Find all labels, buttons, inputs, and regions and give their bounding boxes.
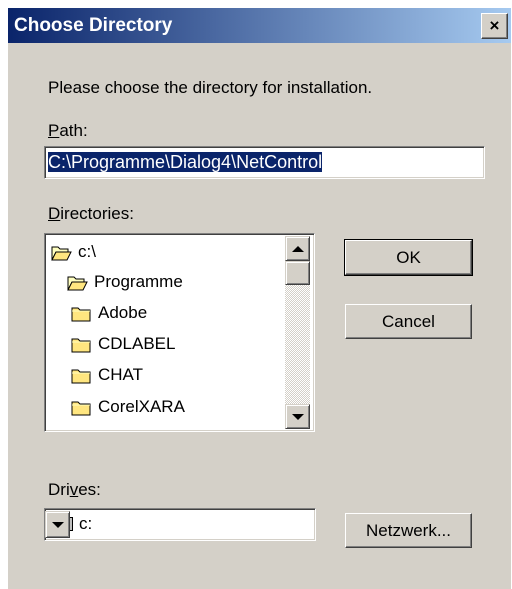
directories-list[interactable]: c:\ Programme Adobe CDLABEL CHAT CorelXARA xyxy=(44,233,315,432)
chevron-down-icon xyxy=(51,521,64,528)
folder-icon xyxy=(71,307,91,321)
directory-item-label: c:\ xyxy=(78,242,96,261)
directories-list-items: c:\ Programme Adobe CDLABEL CHAT CorelXARA xyxy=(47,236,285,429)
window-title: Choose Directory xyxy=(14,15,173,36)
scroll-down-button[interactable] xyxy=(285,404,310,429)
path-input-value: C:\Programme\Dialog4\NetControl xyxy=(48,152,323,172)
directory-item-label: CDLABEL xyxy=(98,334,176,353)
drives-select[interactable]: c: xyxy=(44,508,316,541)
network-button[interactable]: Netzwerk... xyxy=(345,513,472,548)
close-button[interactable]: × xyxy=(481,13,508,39)
drives-label: Drives: xyxy=(48,480,101,499)
directory-item-label: CHAT xyxy=(98,365,144,384)
scroll-thumb[interactable] xyxy=(285,261,310,285)
directory-item-label: CorelXARA xyxy=(98,397,185,416)
path-label: Path: xyxy=(48,121,88,140)
drives-selected-label: c: xyxy=(79,514,93,533)
choose-directory-dialog: Choose Directory × Please choose the dir… xyxy=(8,8,511,589)
directory-item[interactable]: Programme xyxy=(67,267,183,297)
cancel-button[interactable]: Cancel xyxy=(345,304,472,339)
arrow-up-icon xyxy=(291,245,304,252)
scroll-up-button[interactable] xyxy=(285,236,310,261)
directories-label: Directories: xyxy=(48,204,134,223)
directory-item[interactable]: CorelXARA xyxy=(71,392,185,422)
path-input[interactable]: C:\Programme\Dialog4\NetControl xyxy=(44,146,485,179)
folder-icon xyxy=(71,401,91,415)
drives-dropdown-button[interactable] xyxy=(45,511,70,538)
directory-item[interactable]: c:\ xyxy=(51,237,96,267)
title-bar[interactable]: Choose Directory × xyxy=(8,8,511,43)
directory-item[interactable]: CHAT xyxy=(71,360,143,390)
arrow-down-icon xyxy=(291,413,304,420)
directory-item-label: Adobe xyxy=(98,303,148,322)
folder-icon xyxy=(71,369,91,383)
instruction-text: Please choose the directory for installa… xyxy=(48,78,373,97)
directories-scrollbar[interactable] xyxy=(285,236,310,429)
open-folder-icon xyxy=(51,246,72,260)
ok-button[interactable]: OK xyxy=(344,239,473,276)
folder-icon xyxy=(71,338,91,352)
close-icon: × xyxy=(489,16,500,35)
directory-item[interactable]: CDLABEL xyxy=(71,329,175,359)
directory-item[interactable]: Adobe xyxy=(71,298,147,328)
open-folder-icon xyxy=(67,276,88,290)
directory-item-label: Programme xyxy=(94,272,183,291)
